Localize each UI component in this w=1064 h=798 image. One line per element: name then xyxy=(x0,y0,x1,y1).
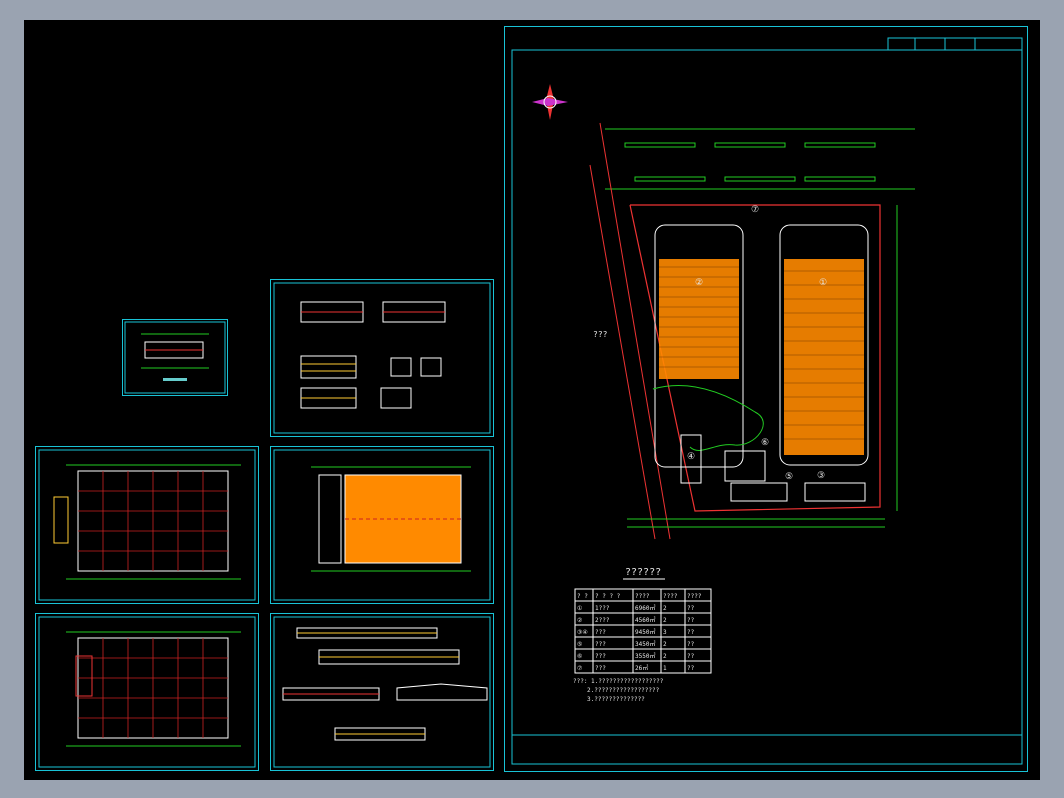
table-cell: ③④ xyxy=(577,629,588,636)
sheet-sections[interactable] xyxy=(270,613,494,771)
site-side-label: ??? xyxy=(593,330,608,339)
table-cell: 3550㎡ xyxy=(635,652,655,660)
table-header-4: ???? xyxy=(687,593,702,600)
table-cell: ??? xyxy=(595,629,606,636)
elevations-drawing xyxy=(273,282,491,434)
building-label-6: ⑥ xyxy=(761,438,769,448)
table-cell: ② xyxy=(577,617,582,624)
table-cell: 2 xyxy=(663,641,667,648)
table-cell: ??? xyxy=(595,653,606,660)
sheet-site-plan[interactable]: ② ① ③ ④ ⑤ ⑥ ⑦ ??? ?????? ? ? ? ? ? ? ???… xyxy=(504,26,1028,772)
roof-plan-drawing xyxy=(273,449,491,601)
table-cell: 3450㎡ xyxy=(635,640,655,648)
building-label-3: ③ xyxy=(817,471,825,481)
table-cell: 9450㎡ xyxy=(635,628,655,636)
sheet-floorplan-1[interactable] xyxy=(35,446,259,604)
sheet-floorplan-2[interactable] xyxy=(35,613,259,771)
sections-drawing xyxy=(273,616,491,768)
sheet-elevations[interactable] xyxy=(270,279,494,437)
site-plan-drawing: ② ① ③ ④ ⑤ ⑥ ⑦ ??? ?????? ? ? ? ? ? ? ???… xyxy=(511,37,1023,765)
table-cell: ⑤ xyxy=(577,641,582,648)
table-cell: 2 xyxy=(663,617,667,624)
table-cell: 1??? xyxy=(595,605,610,612)
floorplan-1-drawing xyxy=(38,449,256,601)
table-cell: ① xyxy=(577,605,582,612)
table-cell: 6960㎡ xyxy=(635,604,655,612)
note-2: 2.?????????????????? xyxy=(587,687,660,694)
table-cell: 2??? xyxy=(595,617,610,624)
table-header-0: ? ? xyxy=(577,593,588,600)
table-header-2: ???? xyxy=(635,593,650,600)
table-header-1: ? ? ? ? xyxy=(595,593,621,600)
table-cell: 2 xyxy=(663,653,667,660)
building-label-5: ⑤ xyxy=(785,472,793,482)
table-cell: 4560㎡ xyxy=(635,616,655,624)
building-label-2: ② xyxy=(695,278,703,288)
table-cell: 3 xyxy=(663,629,667,636)
table-cell: 26㎡ xyxy=(635,664,648,672)
table-cell: ⑥ xyxy=(577,653,582,660)
table-cell: ?? xyxy=(687,641,695,648)
floorplan-2-drawing xyxy=(38,616,256,768)
building-label-1: ① xyxy=(819,278,827,288)
table-header-3: ???? xyxy=(663,593,678,600)
table-cell: ⑦ xyxy=(577,665,582,672)
table-cell: ??? xyxy=(595,665,606,672)
sheet-roof-plan[interactable] xyxy=(270,446,494,604)
drawing-canvas[interactable]: ② ① ③ ④ ⑤ ⑥ ⑦ ??? ?????? ? ? ? ? ? ? ???… xyxy=(24,20,1040,780)
table-cell: ?? xyxy=(687,653,695,660)
table-cell: 2 xyxy=(663,605,667,612)
table-cell: 1 xyxy=(663,665,667,672)
sheet-small-floorplan[interactable] xyxy=(122,319,228,396)
north-arrow-icon xyxy=(532,84,568,120)
table-cell: ?? xyxy=(687,629,695,636)
building-label-4: ④ xyxy=(687,452,695,462)
table-cell: ?? xyxy=(687,665,695,672)
table-cell: ?? xyxy=(687,617,695,624)
note-3: 3.?????????????? xyxy=(587,696,645,703)
table-cell: ??? xyxy=(595,641,606,648)
building-label-7: ⑦ xyxy=(751,205,759,215)
note-1: ???: 1.?????????????????? xyxy=(573,678,664,685)
table-title: ?????? xyxy=(625,567,661,578)
small-floorplan-drawing xyxy=(124,321,226,394)
table-cell: ?? xyxy=(687,605,695,612)
